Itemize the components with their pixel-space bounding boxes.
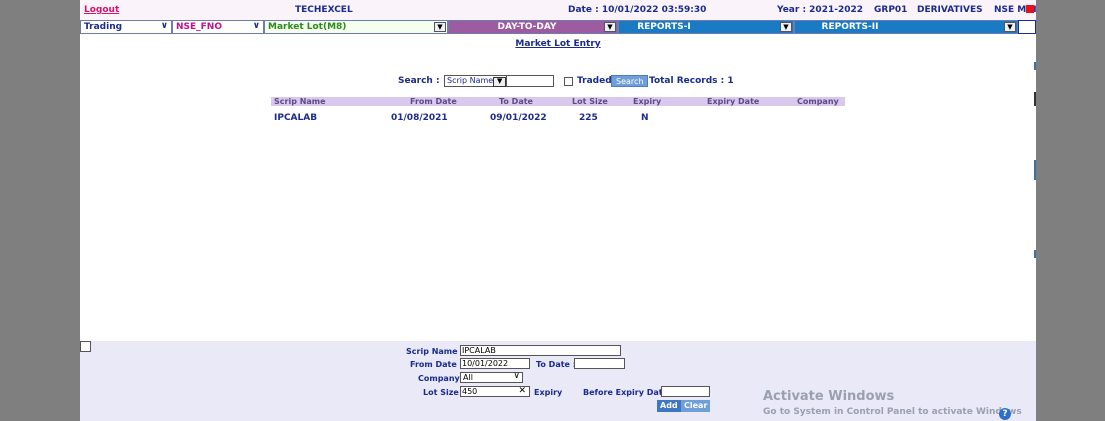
reports-2-label: REPORTS-II (821, 22, 879, 32)
segment-label: DERIVATIVES (917, 5, 983, 15)
chevron-down-icon: ▼ (780, 22, 792, 32)
traded-label: Traded (577, 76, 612, 86)
scrip-name-input[interactable]: IPCALAB (460, 345, 621, 356)
trading-dropdown[interactable]: Trading ∨ (80, 20, 172, 34)
logout-link[interactable]: Logout (84, 5, 119, 15)
app-name: TECHEXCEL (295, 5, 353, 15)
cell-to-date: 09/01/2022 (490, 113, 547, 123)
trading-label: Trading (84, 22, 123, 32)
cell-from-date: 01/08/2021 (391, 113, 448, 123)
scroll-edge-mark (1034, 62, 1036, 70)
chevron-down-icon: ▼ (434, 22, 446, 32)
to-date-label: To Date : (536, 360, 576, 369)
add-button[interactable]: Add (657, 400, 681, 412)
financial-year: Year : 2021-2022 (777, 5, 864, 15)
chevron-down-icon: ∨ (513, 371, 520, 381)
entry-form: Scrip Name : IPCALAB From Date : 10/01/2… (80, 341, 1036, 421)
table-row[interactable]: IPCALAB 01/08/2021 09/01/2022 225 N (271, 113, 845, 127)
menu-bar: Trading ∨ NSE_FNO ∨ Market Lot(M8) ▼ DAY… (80, 20, 1036, 35)
chevron-down-icon: ▼ (604, 22, 616, 32)
reports-1-label: REPORTS-I (637, 22, 691, 32)
search-label: Search : (398, 76, 440, 86)
clear-icon[interactable]: ✕ (518, 387, 526, 396)
traded-checkbox[interactable] (564, 77, 573, 86)
lot-size-value: 450 (462, 387, 478, 396)
scroll-edge-mark (1034, 250, 1036, 258)
cell-expiry: N (641, 113, 649, 123)
clear-button[interactable]: Clear (681, 400, 711, 412)
from-date-input[interactable]: 10/01/2022 (460, 358, 530, 369)
activation-watermark-title: Activate Windows (763, 389, 895, 404)
cell-lot-size: 225 (579, 113, 598, 123)
to-date-input[interactable] (574, 358, 625, 369)
app-page: Logout TECHEXCEL Date : 10/01/2022 03:59… (80, 0, 1036, 421)
scroll-edge-mark (1034, 92, 1036, 106)
exchange-dropdown[interactable]: NSE_FNO ∨ (172, 20, 264, 34)
header-scrip-name: Scrip Name (274, 97, 326, 106)
before-expiry-input[interactable] (661, 386, 710, 397)
expiry-label: Expiry (534, 388, 563, 397)
company-select[interactable]: All ∨ (460, 372, 523, 383)
chevron-down-icon: ▼ (1004, 22, 1016, 32)
activation-watermark-subtitle: Go to System in Control Panel to activat… (763, 407, 1022, 417)
market-lot-table: Scrip Name From Date To Date Lot Size Ex… (271, 97, 845, 127)
help-icon[interactable]: ? (999, 408, 1011, 420)
day-to-day-menu[interactable]: DAY-TO-DAY ▼ (448, 20, 618, 34)
market-lot-label: Market Lot(M8) (268, 22, 347, 32)
chevron-down-icon: ∨ (252, 21, 260, 31)
header-to-date: To Date (499, 97, 533, 106)
alert-icon[interactable] (1026, 5, 1034, 13)
table-header: Scrip Name From Date To Date Lot Size Ex… (271, 97, 845, 106)
header-expiry: Expiry (633, 97, 662, 106)
group-code: GRP01 (874, 5, 908, 15)
search-button[interactable]: Search (611, 75, 649, 87)
reports-1-menu[interactable]: REPORTS-I ▼ (618, 20, 794, 34)
quick-input[interactable] (1018, 20, 1036, 34)
header-expiry-date: Expiry Date (707, 97, 760, 106)
chevron-down-icon: ▼ (493, 77, 507, 87)
cell-scrip-name: IPCALAB (274, 113, 318, 123)
exchange-dropdown-label: NSE_FNO (176, 22, 222, 32)
header-lot-size: Lot Size (572, 97, 608, 106)
scrip-name-label: Scrip Name : (406, 347, 464, 356)
search-input[interactable] (506, 75, 554, 87)
company-label: Company: (418, 374, 463, 383)
lot-size-input[interactable]: 450 ✕ (460, 386, 530, 397)
day-to-day-label: DAY-TO-DAY (497, 22, 557, 32)
page-title: Market Lot Entry (515, 39, 601, 49)
before-expiry-label: Before Expiry Date (583, 388, 668, 397)
expiry-checkbox[interactable] (80, 341, 91, 352)
reports-2-menu[interactable]: REPORTS-II ▼ (794, 20, 1018, 34)
market-lot-dropdown[interactable]: Market Lot(M8) ▼ (264, 20, 448, 34)
scroll-edge-mark (1034, 160, 1036, 180)
from-date-label: From Date : (410, 360, 463, 369)
header-from-date: From Date (410, 97, 457, 106)
header-company: Company (797, 97, 839, 106)
search-field-value: Scrip Name (447, 76, 494, 85)
company-select-value: All (463, 373, 473, 382)
chevron-down-icon: ∨ (160, 21, 168, 31)
current-date: Date : 10/01/2022 03:59:30 (568, 5, 707, 15)
top-header-bar: Logout TECHEXCEL Date : 10/01/2022 03:59… (80, 0, 1036, 20)
search-field-select[interactable]: Scrip Name ▼ (444, 75, 509, 87)
total-records: Total Records : 1 (649, 76, 734, 86)
lot-size-label: Lot Size : (423, 388, 465, 397)
